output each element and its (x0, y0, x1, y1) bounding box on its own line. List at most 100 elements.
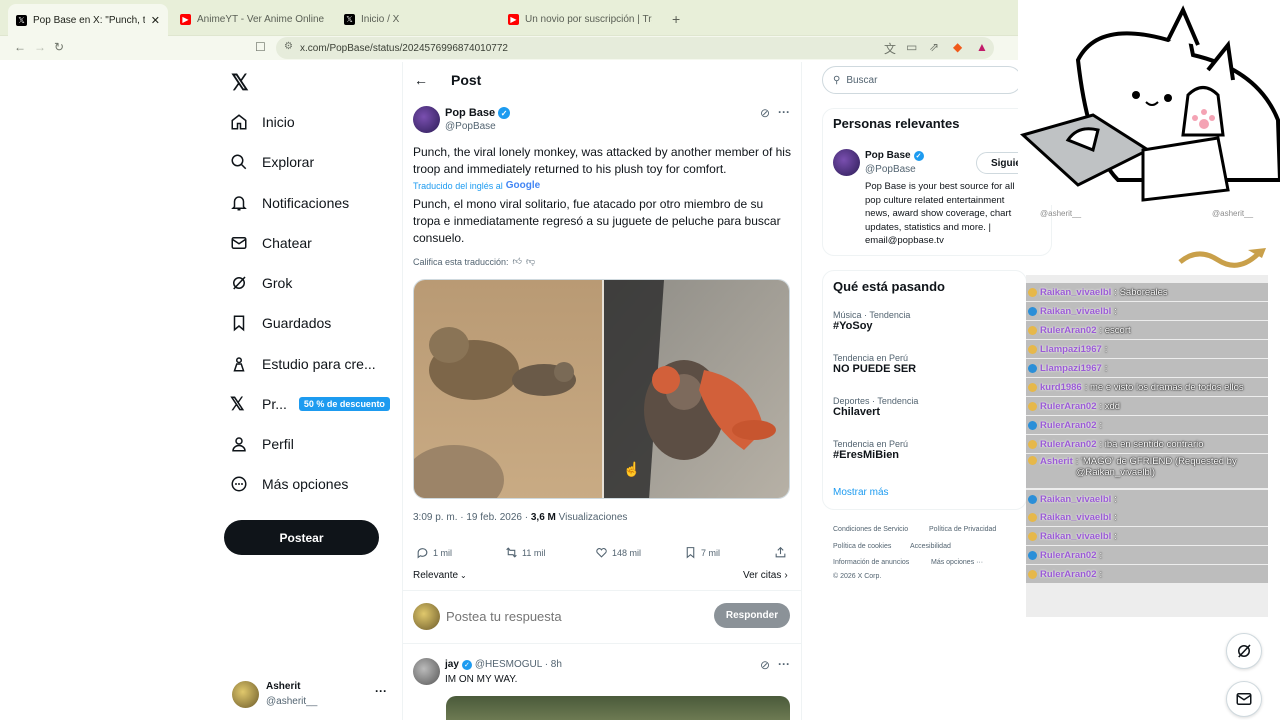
bookmark-button[interactable]: 7 mil (684, 546, 720, 559)
grok-icon[interactable]: ⊘ (760, 658, 770, 672)
reply-submit-button[interactable]: Responder (714, 603, 790, 628)
avatar[interactable] (413, 658, 440, 685)
share-icon[interactable]: ⇗ (929, 40, 939, 54)
footer-link[interactable]: Condiciones de Servicio (833, 526, 908, 533)
chat-username: RulerAran02 (1040, 400, 1097, 412)
translate-icon[interactable]: 文 (884, 40, 896, 57)
more-icon[interactable]: ··· (778, 657, 790, 671)
footer-link[interactable]: Política de cookies (833, 543, 891, 550)
avatar[interactable] (833, 149, 860, 176)
author-name: jay (445, 659, 459, 670)
new-tab-button[interactable]: + (664, 6, 688, 32)
sidebar-item-mas-opciones[interactable]: Más opciones (230, 472, 348, 496)
tweet-author[interactable]: Pop Base ✓ (445, 107, 511, 119)
trend-item[interactable]: Tendencia en Perú #EresMiBien (833, 439, 908, 461)
avatar[interactable] (413, 106, 440, 133)
more-icon[interactable]: ··· (778, 105, 790, 119)
repost-button[interactable]: 11 mil (505, 546, 545, 559)
repost-count: 11 mil (522, 547, 546, 558)
trend-item[interactable]: Deportes · Tendencia Chilavert (833, 396, 918, 418)
more-icon[interactable]: ··· (375, 684, 387, 698)
view-quotes-link[interactable]: Ver citas › (743, 570, 788, 581)
tab-pop-base[interactable]: 𝕏 Pop Base en X: "Punch, the viral ✕ (8, 4, 168, 36)
tweet-handle[interactable]: @PopBase (445, 121, 496, 132)
x-logo-icon[interactable]: 𝕏 (231, 70, 249, 96)
x-logo-icon: 𝕏 (344, 13, 355, 25)
creator-studio-icon (233, 357, 245, 372)
tab-inicio-x[interactable]: 𝕏 Inicio / X (336, 6, 502, 32)
youtube-icon: ▶ (508, 13, 519, 25)
post-button[interactable]: Postear (224, 520, 379, 555)
like-button[interactable]: 148 mil (595, 546, 641, 559)
thumbs-up-icon[interactable]: 👍︎ (513, 256, 522, 267)
sidebar-item-premium[interactable]: 𝕏 Pr... 50 % de descuento (230, 392, 390, 416)
brave-rewards-icon[interactable]: ▲ (976, 40, 988, 54)
footer-link[interactable]: Política de Privacidad (929, 526, 996, 533)
show-more-link[interactable]: Mostrar más (833, 487, 889, 498)
reply-button[interactable]: 1 mil (416, 546, 452, 559)
reply-media[interactable] (446, 696, 790, 720)
translation-note[interactable]: Traducido del inglés al Google (413, 180, 540, 191)
trend-context: Tendencia en Perú (833, 439, 909, 449)
close-tab-icon[interactable]: ✕ (151, 14, 160, 27)
reply-input[interactable] (446, 605, 696, 627)
bookmark-page-icon[interactable]: ☐ (255, 40, 266, 54)
share-button[interactable] (774, 546, 787, 559)
footer-link[interactable]: Accesibilidad (910, 543, 951, 550)
site-info-icon[interactable]: ⚙ (284, 41, 293, 52)
translated-from: Traducido del inglés al (413, 180, 503, 191)
sidebar-item-grok[interactable]: Grok (230, 271, 292, 295)
footer-link[interactable]: Más opciones ··· (931, 559, 983, 566)
mail-icon (1236, 693, 1252, 705)
sidebar-item-inicio[interactable]: Inicio (230, 110, 295, 134)
author-name: Pop Base (445, 107, 496, 119)
tab-youtube-trailer[interactable]: ▶ Un novio por suscripción | Tráiler ofi… (500, 6, 660, 32)
sidebar-item-perfil[interactable]: Perfil (230, 432, 294, 456)
trend-item[interactable]: Tendencia en Perú NO PUEDE SER (833, 353, 916, 375)
person-name[interactable]: Pop Base ✓ (865, 150, 924, 161)
tweet-media[interactable] (413, 279, 790, 499)
grok-icon (233, 276, 246, 290)
relevance-dropdown[interactable]: Relevante ⌄ (413, 570, 467, 581)
chat-message: RulerAran02: (1026, 565, 1268, 583)
sidebar-item-label: Pr... (262, 396, 287, 412)
cast-icon[interactable]: ▭ (906, 40, 917, 54)
sidebar-item-label: Inicio (262, 114, 295, 130)
tab-animeyt[interactable]: ▶ AnimeYT - Ver Anime Online Sub Esp (172, 6, 332, 32)
reply-author[interactable]: jay ✓ @HESMOGUL · 8h (445, 659, 562, 670)
chat-message: kurd1986: me e visto los dramas de todos… (1026, 378, 1268, 396)
relevance-label: Relevante (413, 570, 459, 581)
forward-icon[interactable]: → (34, 40, 46, 54)
sidebar-item-notificaciones[interactable]: Notificaciones (230, 191, 349, 215)
footer-link[interactable]: Información de anuncios (833, 559, 909, 566)
sidebar-item-guardados[interactable]: Guardados (230, 311, 331, 335)
sidebar-item-estudio[interactable]: Estudio para cre... (230, 352, 376, 376)
sidebar-item-explorar[interactable]: Explorar (230, 150, 314, 174)
search-box[interactable]: ⚲ Buscar (822, 66, 1022, 94)
views-count: 3,6 M (530, 512, 556, 523)
messages-fab[interactable] (1226, 681, 1262, 717)
trend-context: Deportes · Tendencia (833, 396, 919, 406)
grok-icon[interactable]: ⊘ (760, 106, 770, 120)
chat-text: : escort (1099, 324, 1131, 336)
back-arrow-icon[interactable]: ← (414, 72, 428, 88)
chat-badge-icon (1028, 344, 1037, 354)
chat-text: : (1104, 362, 1108, 374)
chat-message: Raikan_vivaelbl: (1026, 302, 1268, 320)
tab-title: Inicio / X (361, 13, 400, 25)
chat-message: Llampazi1967: (1026, 340, 1268, 358)
chat-text: : me e visto los dramas de todos ellos (1084, 381, 1244, 393)
brave-shield-icon[interactable]: ◆ (953, 40, 962, 54)
trend-item[interactable]: Música · Tendencia #YoSoy (833, 310, 910, 332)
back-icon[interactable]: ← (14, 40, 26, 54)
trend-name: #YoSoy (833, 320, 873, 332)
account-switcher[interactable]: Asherit @asherit__ ··· (230, 678, 390, 712)
reload-icon[interactable]: ↻ (54, 40, 64, 54)
chat-message: Asherit: 'MAGO' de GFRIEND (Requested by… (1026, 454, 1268, 488)
grok-fab[interactable] (1226, 633, 1262, 669)
grok-icon (1238, 644, 1251, 658)
thumbs-down-icon[interactable]: 👎︎ (526, 256, 535, 267)
person-name-label: Pop Base (865, 150, 911, 161)
sidebar-item-label: Más opciones (262, 476, 349, 492)
sidebar-item-chatear[interactable]: Chatear (230, 231, 312, 255)
